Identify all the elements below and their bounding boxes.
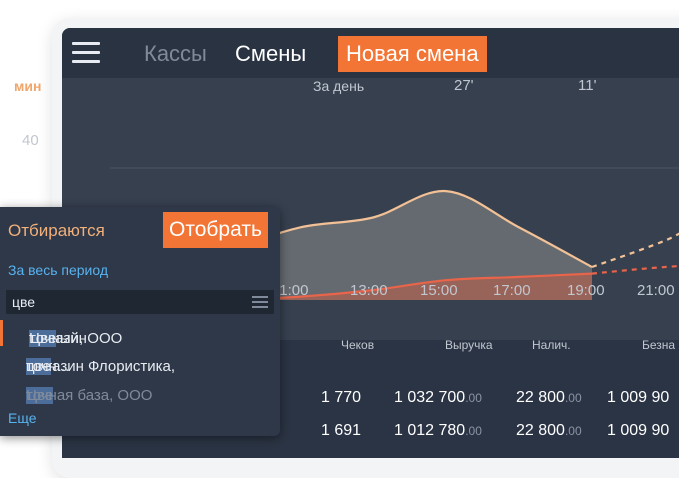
list-item[interactable]: Магазин Флористика, цве точн... bbox=[0, 348, 280, 375]
search-input[interactable]: цве bbox=[6, 290, 274, 314]
column-header-cashless: Безна bbox=[642, 338, 676, 352]
x-tick-label: 15:00 bbox=[420, 282, 458, 299]
cell-cash: 22 800.00 bbox=[516, 422, 582, 439]
series-forecast-secondary bbox=[591, 264, 679, 275]
x-tick-label: 17:00 bbox=[493, 282, 531, 299]
filter-popup: Отбираются Отобрать За весь период цве М… bbox=[0, 207, 280, 436]
cell-cashless: 1 009 90 bbox=[607, 389, 670, 406]
x-tick-label: 13:00 bbox=[350, 282, 388, 299]
series-forecast-wait bbox=[591, 232, 679, 269]
column-header-cash: Налич. bbox=[532, 338, 571, 352]
cell-revenue: 1 032 700.00 bbox=[394, 389, 482, 406]
select-button[interactable]: Отобрать bbox=[163, 212, 268, 248]
cell-cashless: 1 009 90 bbox=[607, 422, 670, 439]
column-header-revenue: Выручка bbox=[445, 338, 493, 352]
column-header-checks: Чеков bbox=[341, 338, 375, 352]
search-input-value: цве bbox=[12, 294, 36, 310]
period-link[interactable]: За весь период bbox=[8, 262, 108, 278]
list-item[interactable]: Магазин Цве точный, ООО bbox=[0, 320, 283, 347]
list-item[interactable]: Цве точная база, ООО bbox=[0, 377, 280, 404]
cell-revenue: 1 012 780.00 bbox=[394, 422, 482, 439]
filter-title: Отбираются bbox=[8, 221, 105, 240]
cell-checks: 1 691 bbox=[321, 422, 362, 439]
x-tick-label: 19:00 bbox=[567, 282, 605, 299]
more-link[interactable]: Еще bbox=[8, 410, 37, 426]
list-icon[interactable] bbox=[252, 296, 268, 308]
x-tick-label: 21:00 bbox=[637, 282, 675, 299]
cell-checks: 1 770 bbox=[321, 389, 362, 406]
cell-cash: 22 800.00 bbox=[516, 389, 582, 406]
